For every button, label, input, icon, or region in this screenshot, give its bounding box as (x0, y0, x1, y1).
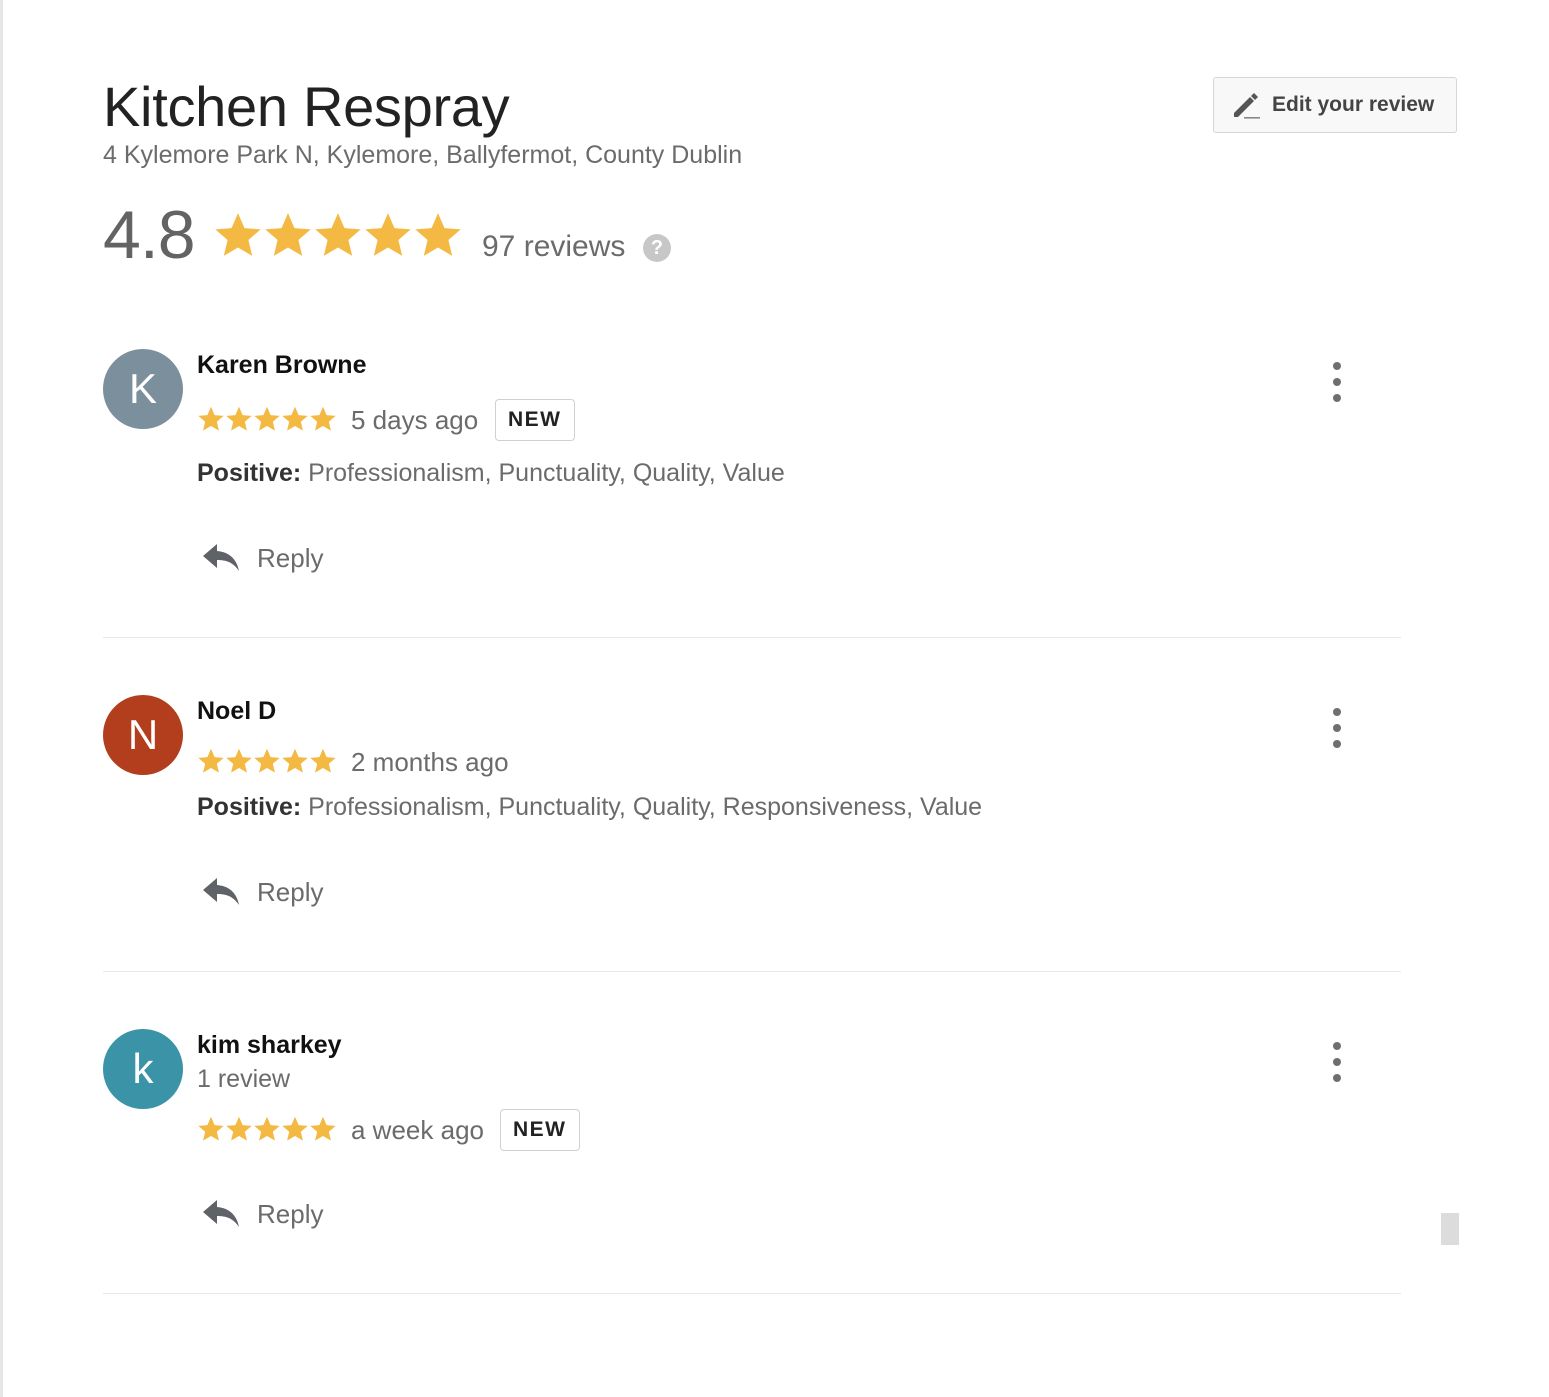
edit-review-label: Edit your review (1272, 93, 1435, 116)
star-icon (226, 748, 252, 773)
attributes-label: Positive: (197, 793, 302, 821)
star-icon (198, 406, 224, 431)
star-icon (415, 213, 461, 256)
reply-label: Reply (257, 876, 324, 907)
reply-icon (203, 878, 239, 905)
review-stars (197, 747, 337, 775)
star-icon (282, 406, 308, 431)
reply-label: Reply (257, 1198, 324, 1229)
star-icon (310, 406, 336, 431)
help-icon[interactable]: ? (643, 234, 671, 262)
divider (103, 971, 1401, 972)
divider (103, 1293, 1401, 1294)
pencil-icon (1234, 93, 1260, 119)
avatar[interactable]: k (103, 1029, 183, 1109)
reviews-count[interactable]: 97 reviews (482, 230, 625, 264)
avatar[interactable]: N (103, 695, 183, 775)
star-icon (254, 748, 280, 773)
star-icon (254, 1116, 280, 1141)
star-icon (254, 406, 280, 431)
star-icon (198, 748, 224, 773)
review-time: 5 days ago (351, 405, 479, 435)
attributes-label: Positive: (197, 459, 302, 487)
reply-button[interactable]: Reply (201, 1197, 323, 1231)
reply-icon (203, 1200, 239, 1227)
review-stars (197, 1115, 337, 1143)
reviews-panel: Kitchen Respray 4 Kylemore Park N, Kylem… (0, 0, 1549, 1397)
reviewer-name[interactable]: Karen Browne (197, 351, 366, 380)
review-card: k kim sharkey 1 review a week ago NEW Re… (103, 1029, 1401, 1297)
reply-label: Reply (257, 542, 324, 573)
new-badge: NEW (500, 1109, 580, 1151)
scrollbar-thumb[interactable] (1441, 1213, 1459, 1245)
business-name: Kitchen Respray (103, 75, 510, 138)
star-icon (365, 213, 411, 256)
divider (103, 637, 1401, 638)
review-attributes: Positive: Professionalism, Punctuality, … (197, 793, 982, 822)
star-icon (282, 748, 308, 773)
more-options-icon[interactable] (1327, 362, 1347, 402)
review-card: N Noel D 2 months ago Positive: Professi… (103, 695, 1401, 975)
rating-stars (213, 210, 463, 260)
review-time: a week ago (351, 1115, 484, 1145)
rating-value: 4.8 (103, 197, 196, 273)
reply-button[interactable]: Reply (201, 875, 323, 909)
avatar[interactable]: K (103, 349, 183, 429)
business-address: 4 Kylemore Park N, Kylemore, Ballyfermot… (103, 141, 743, 169)
attributes-values: Professionalism, Punctuality, Quality, V… (308, 459, 785, 487)
new-badge: NEW (495, 399, 575, 441)
reply-icon (203, 544, 239, 571)
reviewer-name[interactable]: kim sharkey (197, 1031, 342, 1060)
star-icon (310, 748, 336, 773)
review-stars (197, 405, 337, 433)
star-icon (265, 213, 311, 256)
reply-button[interactable]: Reply (201, 541, 323, 575)
star-icon (226, 1116, 252, 1141)
more-options-icon[interactable] (1327, 1042, 1347, 1082)
star-icon (310, 1116, 336, 1141)
star-icon (226, 406, 252, 431)
panel-border (0, 0, 3, 1397)
star-icon (315, 213, 361, 256)
star-icon (215, 213, 261, 256)
star-icon (198, 1116, 224, 1141)
more-options-icon[interactable] (1327, 708, 1347, 748)
review-card: K Karen Browne 5 days ago NEW Positive: … (103, 349, 1401, 639)
review-attributes: Positive: Professionalism, Punctuality, … (197, 459, 785, 488)
reviewer-review-count[interactable]: 1 review (197, 1065, 290, 1094)
reviewer-name[interactable]: Noel D (197, 697, 276, 726)
review-time: 2 months ago (351, 747, 509, 777)
attributes-values: Professionalism, Punctuality, Quality, R… (308, 793, 983, 821)
star-icon (282, 1116, 308, 1141)
edit-review-button[interactable]: Edit your review (1213, 77, 1457, 133)
